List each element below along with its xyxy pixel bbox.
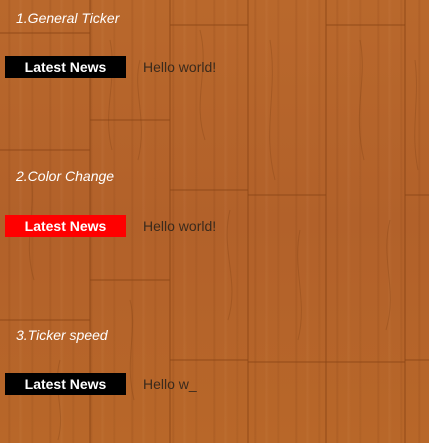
ticker-text[interactable]: Hello w_ xyxy=(143,373,197,395)
section-heading: 2.Color Change xyxy=(16,168,115,184)
news-ticker: Latest News Hello w_ xyxy=(0,373,429,396)
news-ticker: Latest News Hello world! xyxy=(0,56,429,79)
ticker-label: Latest News xyxy=(5,373,126,395)
ticker-text[interactable]: Hello world! xyxy=(143,215,216,237)
ticker-label: Latest News xyxy=(5,215,126,237)
news-ticker: Latest News Hello world! xyxy=(0,215,429,238)
section-heading: 3.Ticker speed xyxy=(16,327,108,343)
ticker-label: Latest News xyxy=(5,56,126,78)
ticker-text[interactable]: Hello world! xyxy=(143,56,216,78)
section-heading: 1.General Ticker xyxy=(16,10,120,26)
